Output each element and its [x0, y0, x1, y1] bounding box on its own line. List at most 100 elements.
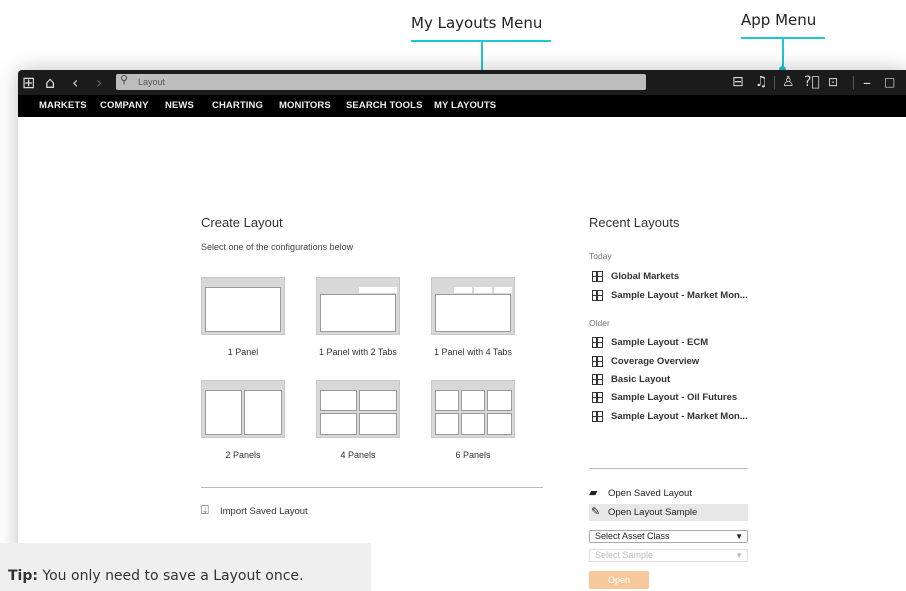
back-icon[interactable]: ‹	[72, 70, 78, 95]
recent-layout-name: Coverage Overview	[611, 356, 700, 367]
forward-icon[interactable]: ›	[96, 70, 102, 95]
panel-preview	[461, 413, 485, 435]
toolbar-separator-2	[853, 76, 854, 89]
app-menu-callout-pointer	[782, 38, 784, 68]
panel-preview	[461, 390, 485, 411]
layout-grid-icon	[592, 356, 603, 367]
toolbar-separator	[774, 76, 775, 89]
open-saved-layout-label: Open Saved Layout	[608, 488, 692, 499]
bell-icon[interactable]: ♫	[755, 70, 768, 95]
layout-option-6-panels[interactable]	[431, 380, 515, 438]
panel-preview	[205, 287, 281, 332]
recent-layouts-divider	[589, 468, 748, 469]
recent-layout-item[interactable]: Basic Layout	[589, 373, 759, 387]
tip-label: Tip:	[8, 568, 38, 584]
panel-preview	[487, 413, 512, 435]
nav-my-layouts[interactable]: MY LAYOUTS	[434, 95, 496, 117]
recent-layouts-title: Recent Layouts	[589, 215, 680, 230]
recent-layout-name: Sample Layout - ECM	[611, 337, 709, 348]
layout-grid-icon	[592, 392, 603, 403]
panel-preview	[320, 390, 357, 411]
search-placeholder: Layout	[138, 77, 166, 87]
asset-class-select[interactable]: Select Asset Class ▼	[589, 530, 748, 543]
search-icon: ⚲	[120, 74, 129, 86]
dropdown-caret-icon: ▼	[735, 532, 743, 541]
minimize-icon[interactable]: –	[863, 70, 871, 95]
folder-open-icon: ▰	[589, 486, 598, 499]
tab-preview	[494, 287, 512, 293]
nav-news[interactable]: NEWS	[165, 95, 194, 117]
asset-class-value: Select Asset Class	[595, 531, 670, 541]
dropdown-caret-icon: ▼	[735, 551, 743, 560]
nav-charting[interactable]: CHARTING	[212, 95, 263, 117]
panel-preview	[359, 390, 397, 411]
layout-option-label: 1 Panel with 4 Tabs	[434, 347, 512, 357]
layout-option-label: 1 Panel with 2 Tabs	[319, 347, 397, 357]
open-layout-sample-label: Open Layout Sample	[608, 507, 698, 518]
recent-group-older: Older	[589, 318, 610, 328]
nav-search-tools[interactable]: SEARCH TOOLS	[346, 95, 423, 117]
my-layouts-callout-label: My Layouts Menu	[411, 14, 543, 32]
recent-layout-item[interactable]: Sample Layout - Market Mon...	[589, 289, 759, 303]
import-saved-layout-button[interactable]: ⍗ Import Saved Layout	[201, 503, 341, 519]
recent-layout-item[interactable]: Global Markets	[589, 270, 759, 284]
panel-preview	[205, 390, 242, 435]
sample-select[interactable]: Select Sample ▼	[589, 549, 748, 562]
recent-layout-name: Sample Layout - Market Mon...	[611, 290, 748, 301]
recent-layout-name: Global Markets	[611, 271, 680, 282]
recent-layout-name: Basic Layout	[611, 374, 671, 385]
layout-option-1-panel[interactable]	[201, 277, 285, 335]
panel-preview	[435, 390, 459, 411]
layout-grid-icon	[592, 337, 603, 348]
sample-value: Select Sample	[595, 550, 654, 560]
maximize-icon[interactable]: □	[884, 70, 895, 95]
recent-layout-item[interactable]: Coverage Overview	[589, 355, 759, 369]
open-button[interactable]: Open	[589, 571, 649, 589]
app-menu-callout-label: App Menu	[741, 11, 817, 29]
layout-option-label: 1 Panel	[227, 347, 259, 357]
nav-monitors[interactable]: MONITORS	[279, 95, 331, 117]
tab-preview	[359, 287, 397, 293]
nav-company[interactable]: COMPANY	[100, 95, 149, 117]
recent-group-today: Today	[589, 251, 612, 261]
edit-icon: ✎	[591, 505, 601, 518]
layout-option-label: 6 Panels	[455, 450, 491, 460]
user-icon[interactable]: ♙	[782, 70, 795, 95]
messages-icon[interactable]: ⊡	[828, 70, 838, 95]
layout-option-label: 4 Panels	[340, 450, 376, 460]
layout-option-4-panels[interactable]	[316, 380, 400, 438]
layout-grid-icon	[592, 411, 603, 422]
recent-layout-item[interactable]: Sample Layout - ECM	[589, 336, 759, 350]
apps-grid-icon[interactable]: ⊞	[22, 70, 35, 95]
help-icon[interactable]: ?⃝	[804, 70, 820, 95]
layout-option-label: 2 Panels	[225, 450, 261, 460]
panel-preview	[320, 294, 396, 332]
layout-option-1-panel-4-tabs[interactable]	[431, 277, 515, 335]
panel-preview	[435, 413, 459, 435]
create-layout-subtitle: Select one of the configurations below	[201, 242, 354, 252]
layout-option-2-panels[interactable]	[201, 380, 285, 438]
import-icon: ⍗	[201, 503, 209, 518]
search-input[interactable]: ⚲ Layout	[116, 74, 646, 90]
create-layout-divider	[201, 487, 543, 488]
recent-layout-name: Sample Layout - Market Mon...	[611, 411, 748, 422]
layout-grid-icon	[592, 271, 603, 282]
tab-preview	[474, 287, 492, 293]
open-layout-sample-button[interactable]: ✎ Open Layout Sample	[589, 504, 748, 521]
recent-layout-item[interactable]: Sample Layout - Oil Futures	[589, 391, 759, 405]
open-saved-layout-button[interactable]: ▰ Open Saved Layout	[589, 486, 748, 501]
tab-preview	[454, 287, 472, 293]
layouts-icon[interactable]: ⊟	[732, 70, 744, 95]
layout-grid-icon	[592, 290, 603, 301]
panel-preview	[320, 413, 357, 435]
create-layout-title: Create Layout	[201, 215, 283, 230]
recent-layout-item[interactable]: Sample Layout - Market Mon...	[589, 410, 759, 424]
panel-preview	[435, 294, 511, 332]
tip-message: You only need to save a Layout once.	[37, 568, 304, 584]
panel-preview	[244, 390, 282, 435]
panel-preview	[359, 413, 397, 435]
nav-markets[interactable]: MARKETS	[39, 95, 87, 117]
import-saved-layout-label: Import Saved Layout	[220, 506, 308, 517]
layout-option-1-panel-2-tabs[interactable]	[316, 277, 400, 335]
home-icon[interactable]: ⌂	[45, 70, 55, 95]
